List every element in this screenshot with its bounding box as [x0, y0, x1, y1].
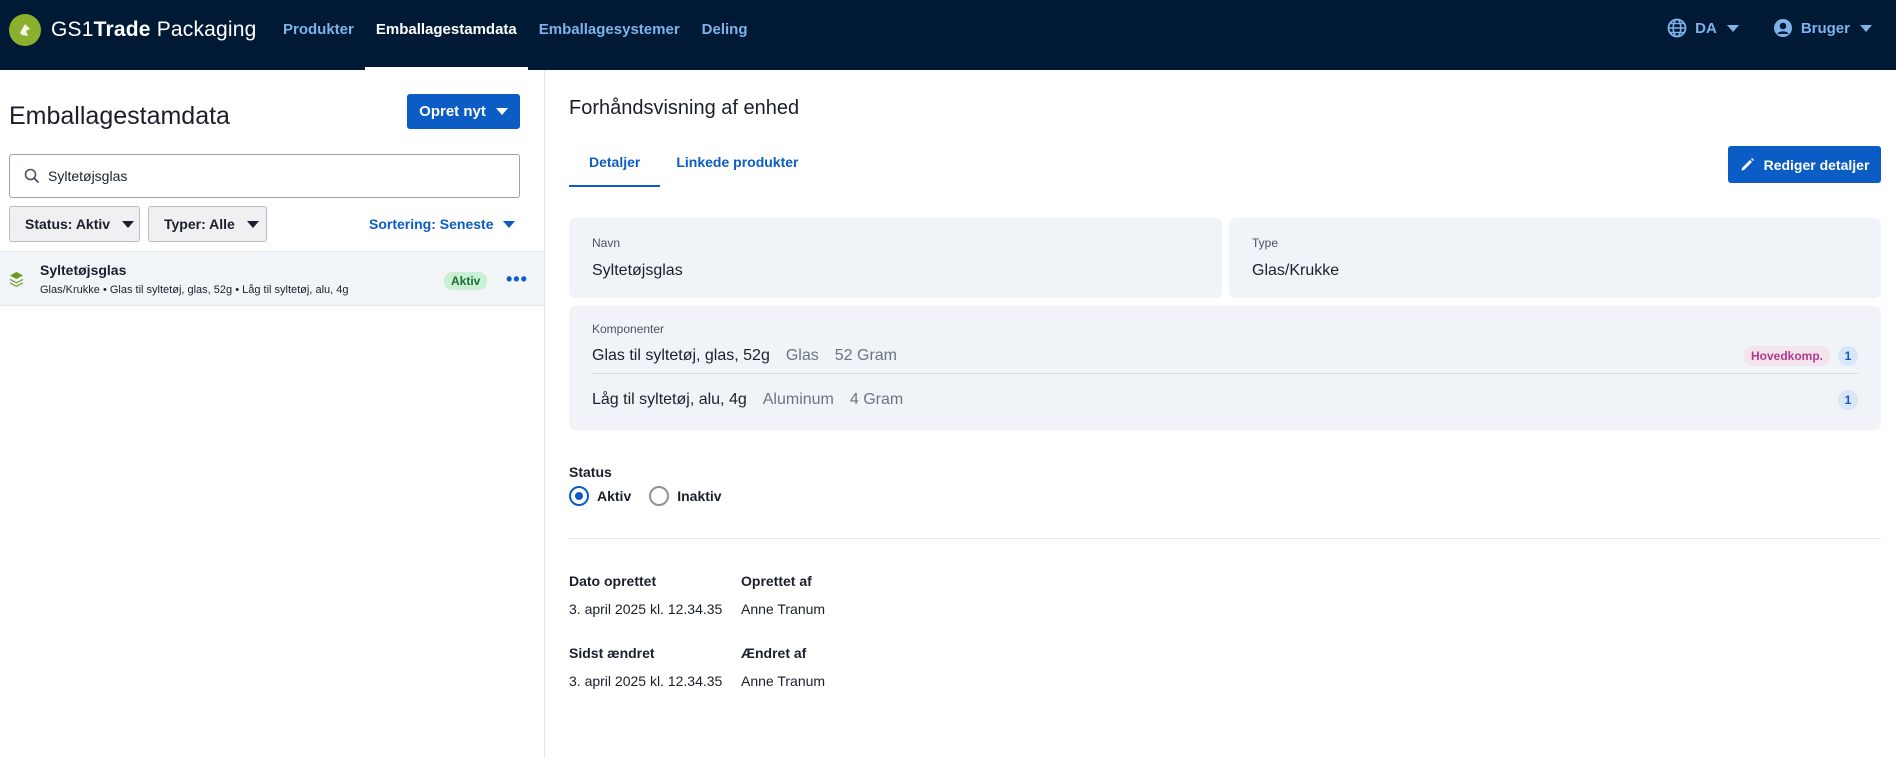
name-value: Syltetøjsglas [592, 262, 683, 279]
status-filter-dropdown[interactable]: Status: Aktiv [9, 206, 140, 242]
types-filter-label: Typer: Alle [164, 216, 235, 232]
status-label: Status [569, 464, 612, 480]
more-options-icon[interactable]: ••• [506, 270, 528, 288]
status-radio-group: Aktiv Inaktiv [569, 486, 740, 506]
type-card: Type Glas/Krukke [1229, 218, 1881, 298]
component-weight: 52 Gram [834, 346, 897, 364]
gs1-logo-icon [9, 14, 41, 46]
brand-name: GS1Trade Packaging [51, 18, 257, 41]
sort-dropdown[interactable]: Sortering: Seneste [369, 216, 516, 232]
created-date-label: Dato oprettet [569, 573, 657, 589]
status-filter-label: Status: Aktiv [25, 216, 111, 232]
chevron-down-icon [495, 108, 508, 115]
created-by-label: Oprettet af [741, 573, 812, 589]
main-component-badge: Hovedkomp. [1743, 345, 1830, 366]
globe-icon [1667, 18, 1687, 38]
created-date-value: 3. april 2025 kl. 12.34.35 [569, 601, 723, 617]
status-option-label: Inaktiv [677, 488, 722, 504]
components-card: Komponenter Glas til syltetøj, glas, 52g… [569, 306, 1881, 430]
header-actions: DA Bruger [1667, 18, 1872, 38]
status-badge: Aktiv [444, 272, 488, 290]
status-radio-active[interactable]: Aktiv [569, 486, 631, 506]
top-navigation-bar: GS1Trade Packaging Produkter Emballagest… [0, 0, 1896, 70]
modified-by-value: Anne Tranum [741, 673, 826, 689]
page-title: Emballagestamdata [9, 102, 230, 130]
brand-logo-link[interactable]: GS1Trade Packaging [9, 14, 257, 46]
list-item-subtitle: Glas/Krukke • Glas til syltetøj, glas, 5… [40, 284, 349, 296]
chevron-down-icon [503, 220, 516, 228]
edit-details-label: Rediger detaljer [1763, 156, 1870, 173]
unit-preview-panel: Forhåndsvisning af enhed Detaljer Linked… [546, 70, 1896, 758]
component-row: Glas til syltetøj, glas, 52g Glas 52 Gra… [592, 338, 1858, 374]
chevron-down-icon [1860, 24, 1872, 32]
created-by-value: Anne Tranum [741, 601, 826, 617]
preview-title: Forhåndsvisning af enhed [569, 97, 800, 119]
user-avatar-icon [1773, 19, 1792, 37]
component-name: Låg til syltetøj, alu, 4g [592, 391, 747, 408]
name-label: Navn [592, 236, 621, 250]
component-weight: 4 Gram [849, 391, 904, 408]
component-count-badge: 1 [1838, 390, 1858, 410]
search-icon [24, 168, 40, 184]
detail-tabs: Detaljer Linkede produkter [569, 147, 819, 187]
component-material: Aluminum [762, 391, 834, 408]
layers-icon [10, 272, 23, 287]
nav-emballagestamdata[interactable]: Emballagestamdata [364, 0, 528, 70]
modified-by-label: Ændret af [741, 645, 807, 661]
list-item[interactable]: Syltetøjsglas Glas/Krukke • Glas til syl… [0, 251, 544, 306]
packaging-list-panel: Emballagestamdata Opret nyt Status: Akti… [0, 70, 545, 758]
nav-produkter[interactable]: Produkter [272, 0, 365, 70]
name-card: Navn Syltetøjsglas [569, 218, 1222, 298]
language-label: DA [1695, 19, 1717, 37]
tab-details[interactable]: Detaljer [569, 147, 661, 187]
nav-deling[interactable]: Deling [691, 0, 759, 70]
types-filter-dropdown[interactable]: Typer: Alle [148, 206, 267, 242]
user-label: Bruger [1800, 19, 1850, 37]
user-menu[interactable]: Bruger [1773, 18, 1872, 38]
radio-unselected-icon [649, 486, 670, 506]
edit-details-button[interactable]: Rediger detaljer [1728, 146, 1881, 183]
main-nav: Produkter Emballagestamdata Emballagesys… [272, 0, 759, 70]
component-material: Glas [785, 346, 819, 364]
type-value: Glas/Krukke [1252, 262, 1340, 279]
list-item-name: Syltetøjsglas [40, 262, 127, 278]
chevron-down-icon [122, 220, 135, 228]
type-label: Type [1252, 236, 1279, 250]
status-option-label: Aktiv [597, 488, 632, 504]
components-label: Komponenter [592, 322, 665, 336]
tab-linked-products[interactable]: Linkede produkter [660, 147, 818, 187]
nav-emballagesystemer[interactable]: Emballagesystemer [528, 0, 691, 70]
chevron-down-icon [246, 220, 259, 228]
create-new-button[interactable]: Opret nyt [407, 94, 520, 129]
divider [569, 538, 1881, 539]
chevron-down-icon [1726, 24, 1739, 32]
status-radio-inactive[interactable]: Inaktiv [649, 486, 722, 506]
radio-selected-icon [569, 486, 589, 506]
component-name: Glas til syltetøj, glas, 52g [592, 346, 770, 364]
search-input[interactable] [48, 168, 488, 184]
modified-date-value: 3. april 2025 kl. 12.34.35 [569, 673, 723, 689]
sort-label: Sortering: Seneste [369, 216, 494, 232]
component-count-badge: 1 [1838, 345, 1858, 366]
modified-date-label: Sidst ændret [569, 645, 655, 661]
create-new-label: Opret nyt [419, 103, 486, 120]
pencil-icon [1741, 158, 1754, 171]
search-box [9, 154, 520, 198]
component-row: Låg til syltetøj, alu, 4g Aluminum 4 Gra… [592, 382, 1858, 418]
language-selector[interactable]: DA [1667, 18, 1739, 38]
